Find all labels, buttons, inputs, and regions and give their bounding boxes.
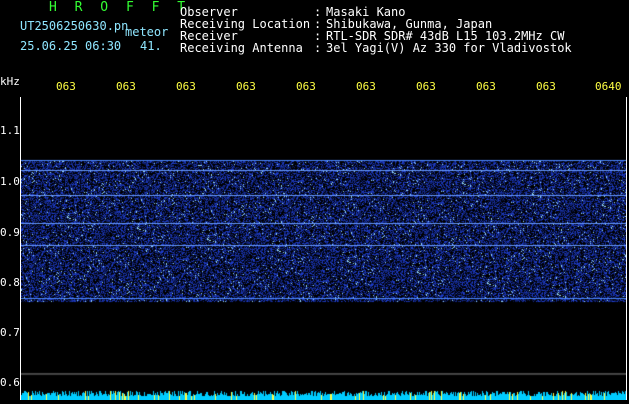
antenna-value: 3el Yagi(V) Az 330 for Vladivostok [326,41,572,55]
x-tick-label: 063 [356,80,376,93]
x-tick-label: 063 [116,80,136,93]
y-tick-label: 1.0 [0,175,20,188]
file-type-label: meteor [125,25,169,39]
x-tick-label: 063 [536,80,556,93]
timestamp: 25.06.25 06:30 [20,39,122,53]
y-tick-label: 0.9 [0,226,20,239]
y-tick-label: 1.1 [0,124,20,137]
x-tick-label: 063 [56,80,76,93]
meteor-count: 41. [140,39,162,53]
app-title: H R O F F T [49,0,191,15]
antenna-label: Receiving Antenna [180,41,303,55]
x-tick-label: 063 [176,80,196,93]
y-tick-label: 0.8 [0,276,20,289]
x-tick-label: 063 [476,80,496,93]
antenna-separator: : [314,41,322,55]
x-tick-label: 0640 [595,80,622,93]
y-tick-label: 0.6 [0,376,20,389]
y-tick-label: 0.7 [0,326,20,339]
x-tick-label: 063 [416,80,436,93]
file-name: UT2506250630.pn [20,19,129,33]
x-tick-label: 063 [296,80,316,93]
spectrogram-canvas [21,97,626,400]
y-axis-unit: kHz [0,75,20,88]
x-tick-label: 063 [236,80,256,93]
spectrogram-plot [20,97,627,400]
